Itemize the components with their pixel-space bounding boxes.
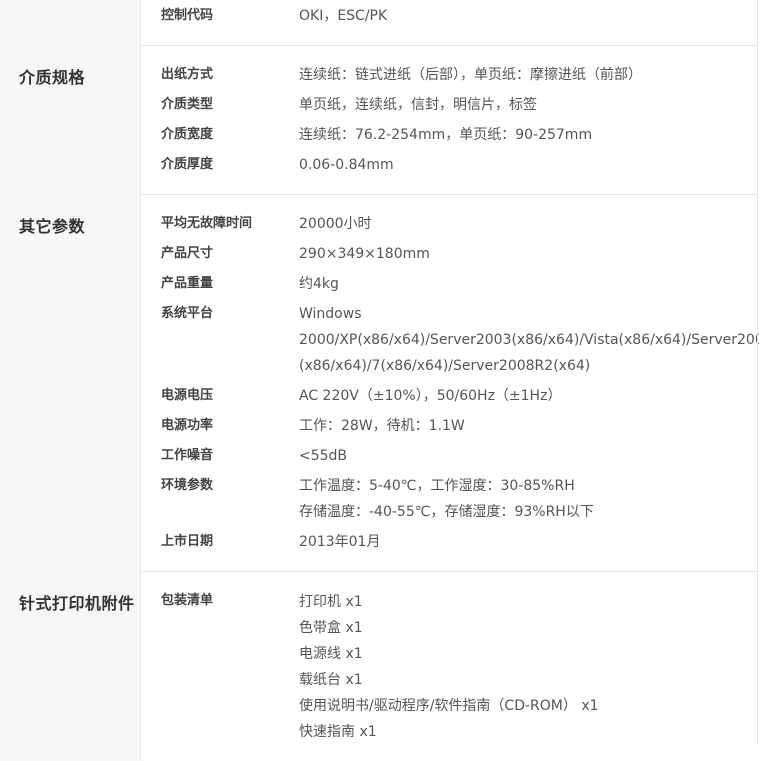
spec-label-control-code: 控制代码 (161, 8, 214, 23)
spec-value-line: OKI，ESC/PK (299, 8, 388, 24)
spec-value-noise: <55dB (299, 443, 749, 469)
category-column: 其它参数 (0, 194, 141, 571)
spec-value-release-date: 2013年01月 (299, 529, 749, 555)
spec-label-mtbf: 平均无故障时间 (161, 216, 253, 231)
spec-value-line: 单页纸，连续纸，信封，明信片，标签 (299, 97, 537, 113)
spec-value-line: AC 220V（±10%），50/60Hz（±1Hz） (299, 388, 562, 404)
spec-value-os-platform: Windows 2000/XP(x86/x64)/Server2003(x86/… (299, 301, 759, 379)
spec-value-line: 2013年01月 (299, 534, 381, 550)
spec-value-environment: 工作温度：5-40℃，工作湿度：30-85%RH 存储温度：-40-55℃，存储… (299, 473, 749, 525)
table-right-border (757, 0, 758, 744)
spec-value-line: 连续纸：76.2-254mm，单页纸：90-257mm (299, 127, 593, 143)
spec-section-accessories: 针式打印机附件 包装清单 打印机 x1 色带盒 x1 电源线 x1 载纸台 x1… (0, 571, 758, 761)
spec-label-package-contents: 包装清单 (161, 593, 214, 608)
spec-value-line: 2000/XP(x86/x64)/Server2003(x86/x64)/Vis… (299, 332, 759, 348)
spec-value-power-consumption: 工作：28W，待机：1.1W (299, 413, 749, 439)
list-item: 电源线 x1 (299, 646, 363, 662)
spec-value-control-code: OKI，ESC/PK (299, 3, 749, 29)
list-item: 使用说明书/驱动程序/软件指南（CD-ROM） x1 (299, 698, 599, 714)
spec-label-media-thickness: 介质厚度 (161, 157, 214, 172)
spec-value-mtbf: 20000小时 (299, 211, 749, 237)
spec-value-line: 连续纸：链式进纸（后部），单页纸：摩擦进纸（前部） (299, 67, 642, 83)
spec-label-noise: 工作噪音 (161, 448, 214, 463)
spec-section-other: 其它参数 平均无故障时间 20000小时 产品尺寸 290×349×180mm … (0, 194, 759, 572)
spec-value-dimensions: 290×349×180mm (299, 241, 749, 267)
spec-section-printer-control: 控制代码 OKI，ESC/PK (0, 0, 758, 46)
list-item: 载纸台 x1 (299, 672, 363, 688)
spec-value-line: 存储温度：-40-55℃，存储湿度：93%RH以下 (299, 504, 594, 520)
spec-value-power-voltage: AC 220V（±10%），50/60Hz（±1Hz） (299, 383, 749, 409)
spec-label-os-platform: 系统平台 (161, 306, 214, 321)
spec-label-weight: 产品重量 (161, 276, 214, 291)
spec-label-environment: 环境参数 (161, 478, 214, 493)
spec-label-dimensions: 产品尺寸 (161, 246, 214, 261)
spec-label-power-voltage: 电源电压 (161, 388, 214, 403)
spec-value-line: Windows (299, 306, 362, 322)
spec-value-line: 工作温度：5-40℃，工作湿度：30-85%RH (299, 478, 575, 494)
spec-label-media-width: 介质宽度 (161, 127, 214, 142)
category-column (0, 0, 141, 45)
spec-value-line: 约4kg (299, 276, 339, 292)
category-title-accessories: 针式打印机附件 (19, 594, 135, 613)
spec-table: 控制代码 OKI，ESC/PK 介质规格 出纸方式 连续纸：链式进纸（后部），单… (0, 0, 759, 761)
spec-value-media-thickness: 0.06-0.84mm (299, 152, 749, 178)
list-item: 快速指南 x1 (299, 724, 377, 740)
spec-value-line: 290×349×180mm (299, 246, 430, 262)
spec-value-media-type: 单页纸，连续纸，信封，明信片，标签 (299, 92, 749, 118)
spec-label-media-type: 介质类型 (161, 97, 214, 112)
spec-value-line: <55dB (299, 448, 348, 464)
category-column: 针式打印机附件 (0, 571, 141, 761)
spec-section-media: 介质规格 出纸方式 连续纸：链式进纸（后部），单页纸：摩擦进纸（前部） 介质类型… (0, 45, 758, 195)
spec-value-package-contents: 打印机 x1 色带盒 x1 电源线 x1 载纸台 x1 使用说明书/驱动程序/软… (299, 589, 749, 745)
spec-label-power-consumption: 电源功率 (161, 418, 214, 433)
spec-value-paper-feed: 连续纸：链式进纸（后部），单页纸：摩擦进纸（前部） (299, 62, 749, 88)
spec-value-line: 20000小时 (299, 216, 372, 232)
spec-value-weight: 约4kg (299, 271, 749, 297)
category-column: 介质规格 (0, 45, 141, 194)
category-title-media: 介质规格 (19, 68, 86, 87)
spec-label-paper-feed: 出纸方式 (161, 67, 214, 82)
spec-label-release-date: 上市日期 (161, 534, 214, 549)
category-title-other: 其它参数 (19, 217, 86, 236)
list-item: 打印机 x1 (299, 594, 363, 610)
spec-value-line: (x86/x64)/7(x86/x64)/Server2008R2(x64) (299, 358, 591, 374)
spec-value-media-width: 连续纸：76.2-254mm，单页纸：90-257mm (299, 122, 749, 148)
spec-value-line: 0.06-0.84mm (299, 157, 394, 173)
spec-value-line: 工作：28W，待机：1.1W (299, 418, 465, 434)
list-item: 色带盒 x1 (299, 620, 363, 636)
